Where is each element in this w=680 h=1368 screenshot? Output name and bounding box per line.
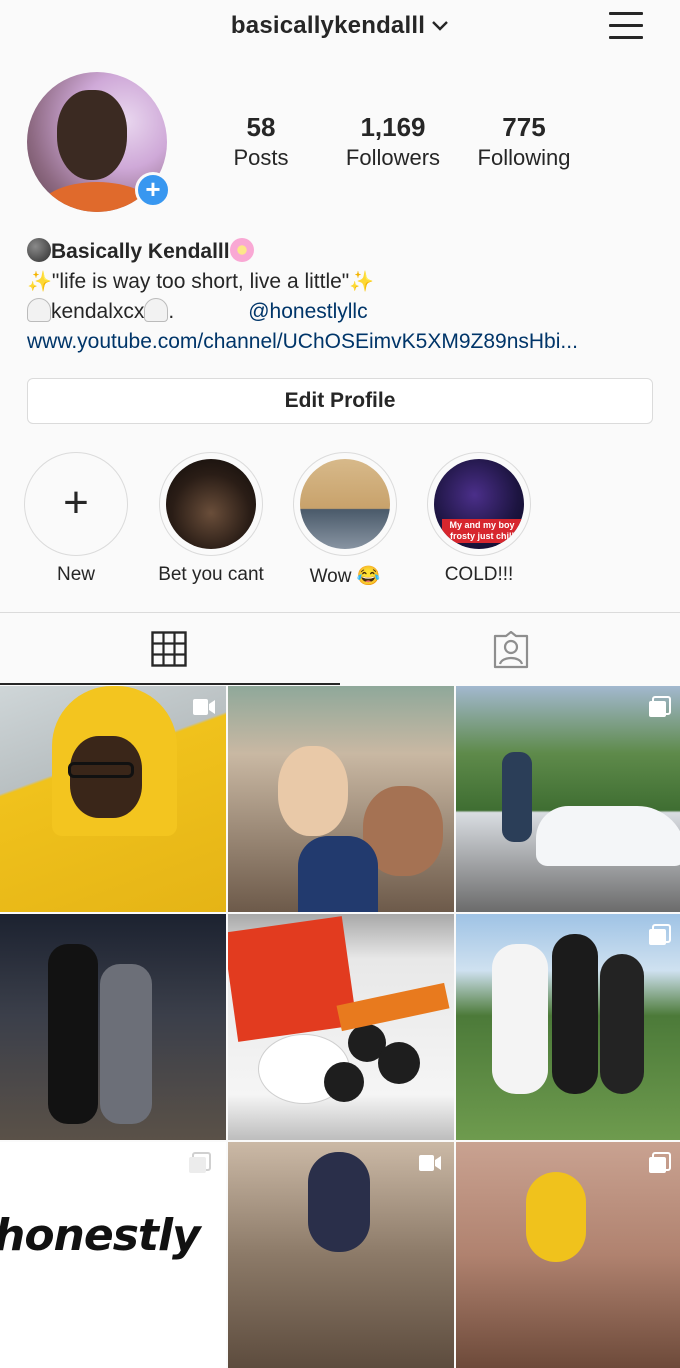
- username-switcher[interactable]: basicallykendalll: [0, 12, 680, 40]
- post-thumbnail[interactable]: [228, 686, 454, 912]
- stat-following-count: 775: [502, 112, 546, 142]
- bio: Basically Kendalll ✨"life is way too sho…: [27, 237, 667, 357]
- highlight-label: COLD!!!: [444, 564, 514, 585]
- tab-grid[interactable]: [0, 613, 340, 685]
- hamburger-menu-icon[interactable]: [609, 10, 645, 42]
- highlight-label: New: [56, 564, 95, 585]
- highlight-label: Wow 😂: [309, 566, 381, 587]
- highlight-cover-image: [166, 459, 256, 549]
- bio-quote: "life is way too short, live a little": [51, 270, 350, 293]
- profile-tabs: [0, 612, 680, 686]
- sparkles-emoji-icon: ✨: [349, 271, 375, 293]
- highlight-label: Bet you cant: [158, 564, 264, 585]
- cherry-blossom-emoji-icon: [229, 238, 254, 262]
- profile-name: Basically Kendalll: [51, 240, 230, 263]
- new-moon-emoji-icon: [27, 238, 51, 262]
- add-story-plus-icon[interactable]: +: [135, 172, 171, 208]
- stat-followers-count: 1,169: [360, 112, 426, 142]
- post-thumbnail[interactable]: [456, 914, 680, 1140]
- bio-mention-link[interactable]: @honestlyllc: [248, 300, 367, 323]
- post-thumbnail[interactable]: [228, 1142, 454, 1368]
- edit-profile-button[interactable]: Edit Profile: [27, 378, 653, 424]
- grid-icon: [151, 631, 187, 667]
- highlight-cover-caption: My and my boy frosty just chill: [442, 519, 522, 543]
- highlight-cold[interactable]: My and my boy frosty just chill COLD!!!: [426, 452, 532, 586]
- stat-following-label: Following: [477, 145, 571, 170]
- stat-posts-count: 58: [246, 112, 276, 142]
- bio-snap-handle: kendalxcx: [51, 300, 145, 323]
- post-thumbnail[interactable]: [0, 686, 226, 912]
- carousel-icon: [649, 696, 671, 717]
- post-thumbnail[interactable]: [456, 686, 680, 912]
- bio-dot: .: [168, 300, 175, 323]
- stat-following[interactable]: 775 Following: [449, 112, 599, 171]
- carousel-icon: [189, 1152, 211, 1173]
- tagged-person-icon: [493, 631, 529, 669]
- bio-name-line: Basically Kendalll: [27, 237, 667, 267]
- video-icon: [419, 1155, 441, 1171]
- ghost-emoji-icon: [27, 298, 51, 322]
- stat-followers-label: Followers: [345, 145, 441, 170]
- post-overlay-text: honestly: [0, 1210, 201, 1261]
- highlight-wow[interactable]: Wow 😂: [292, 452, 398, 588]
- stat-followers[interactable]: 1,169 Followers: [318, 112, 468, 171]
- post-thumbnail[interactable]: honestly: [0, 1142, 226, 1368]
- carousel-icon: [649, 924, 671, 945]
- stat-posts-label: Posts: [233, 145, 289, 170]
- bio-handles-line: kendalxcx. @honestlyllc: [27, 297, 667, 327]
- post-thumbnail[interactable]: [456, 1142, 680, 1368]
- post-thumbnail[interactable]: [0, 914, 226, 1140]
- highlight-cover-ring[interactable]: My and my boy frosty just chill: [427, 452, 531, 556]
- highlight-new-circle[interactable]: +: [24, 452, 128, 556]
- bio-quote-line: ✨"life is way too short, live a little"✨: [27, 267, 667, 297]
- post-thumbnail[interactable]: [228, 914, 454, 1140]
- carousel-icon: [649, 1152, 671, 1173]
- video-icon: [193, 699, 215, 715]
- ghost-emoji-icon: [144, 298, 169, 322]
- highlight-cover-image: [300, 459, 390, 549]
- highlight-bet-you-cant[interactable]: Bet you cant: [158, 452, 264, 586]
- highlight-cover-image: My and my boy frosty just chill: [434, 459, 524, 549]
- highlight-new[interactable]: + New: [23, 452, 129, 586]
- highlight-cover-ring[interactable]: [159, 452, 263, 556]
- profile-avatar-wrapper[interactable]: +: [27, 72, 171, 212]
- top-bar: basicallykendalll: [0, 0, 680, 56]
- sparkles-emoji-icon: ✨: [27, 271, 52, 293]
- website-link[interactable]: www.youtube.com/channel/UChOSEimvK5XM9Z8…: [27, 327, 667, 357]
- chevron-down-icon: [431, 11, 449, 39]
- tab-tagged[interactable]: [340, 613, 680, 685]
- stat-posts[interactable]: 58 Posts: [186, 112, 336, 171]
- highlight-cover-ring[interactable]: [293, 452, 397, 556]
- plus-icon: +: [63, 478, 89, 527]
- username-label: basicallykendalll: [230, 12, 426, 39]
